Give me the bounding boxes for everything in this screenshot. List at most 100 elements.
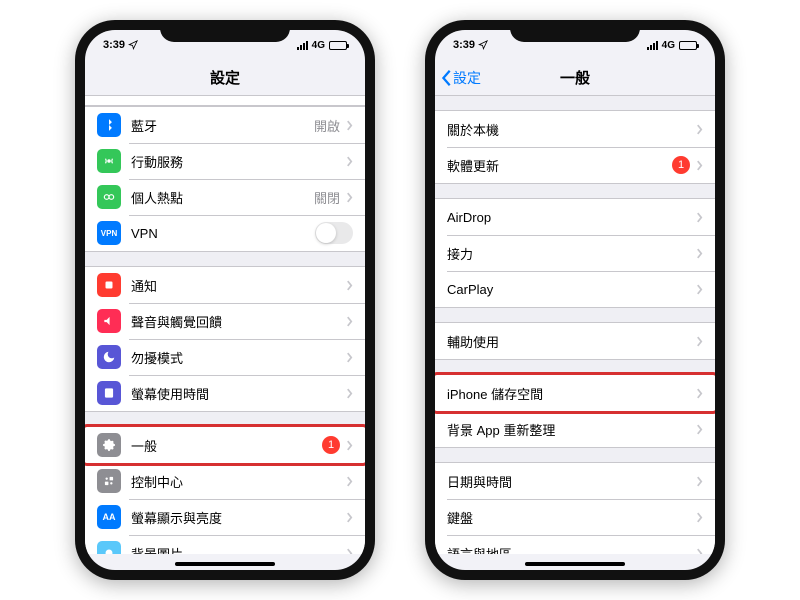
row-label: VPN — [131, 226, 315, 241]
chevron-right-icon — [696, 512, 703, 523]
chevron-right-icon — [696, 212, 703, 223]
phone-left: 3:39 4G 設定 藍牙 開啟 — [75, 20, 375, 580]
home-indicator[interactable] — [175, 562, 275, 566]
chevron-right-icon — [346, 156, 353, 167]
chevron-right-icon — [696, 160, 703, 171]
row-dnd[interactable]: 勿擾模式 — [85, 339, 365, 375]
row-label: 關於本機 — [447, 120, 696, 139]
gear-icon — [97, 433, 121, 457]
row-accessibility[interactable]: 輔助使用 — [435, 323, 715, 359]
chevron-right-icon — [696, 548, 703, 555]
chevron-right-icon — [346, 440, 353, 451]
page-title: 一般 — [560, 67, 590, 88]
wallpaper-icon — [97, 541, 121, 554]
row-label: 螢幕使用時間 — [131, 384, 346, 403]
row-keyboard[interactable]: 鍵盤 — [435, 499, 715, 535]
chevron-left-icon — [441, 69, 453, 87]
row-wallpaper[interactable]: 背景圖片 — [85, 535, 365, 554]
general-list[interactable]: 關於本機 軟體更新 1 AirDrop 接力 — [435, 96, 715, 554]
settings-list[interactable]: 藍牙 開啟 行動服務 個人熱點 關閉 VPN VPN — [85, 96, 365, 554]
row-cellular[interactable]: 行動服務 — [85, 143, 365, 179]
row-label: 日期與時間 — [447, 472, 696, 491]
nav-bar: 設定 — [85, 60, 365, 96]
badge: 1 — [672, 156, 690, 174]
chevron-right-icon — [346, 120, 353, 131]
row-label: 螢幕顯示與亮度 — [131, 508, 346, 527]
back-button[interactable]: 設定 — [441, 68, 481, 88]
row-background[interactable]: 背景 App 重新整理 — [435, 411, 715, 447]
bluetooth-icon — [97, 113, 121, 137]
screentime-icon — [97, 381, 121, 405]
vpn-icon: VPN — [97, 221, 121, 245]
chevron-right-icon — [696, 248, 703, 259]
row-screentime[interactable]: 螢幕使用時間 — [85, 375, 365, 411]
phone-right: 3:39 4G 設定 一般 關於本機 軟 — [425, 20, 725, 580]
row-label: 通知 — [131, 276, 346, 295]
row-datetime[interactable]: 日期與時間 — [435, 463, 715, 499]
row-label: CarPlay — [447, 282, 696, 297]
row-handoff[interactable]: 接力 — [435, 235, 715, 271]
row-sounds[interactable]: 聲音與觸覺回饋 — [85, 303, 365, 339]
row-hotspot[interactable]: 個人熱點 關閉 — [85, 179, 365, 215]
network-label: 4G — [312, 40, 325, 51]
row-carplay[interactable]: CarPlay — [435, 271, 715, 307]
row-label: iPhone 儲存空間 — [447, 384, 696, 403]
chevron-right-icon — [346, 280, 353, 291]
chevron-right-icon — [346, 476, 353, 487]
row-airdrop[interactable]: AirDrop — [435, 199, 715, 235]
status-time: 3:39 — [453, 39, 475, 51]
location-icon — [478, 40, 488, 50]
row-label: 軟體更新 — [447, 156, 672, 175]
hotspot-icon — [97, 185, 121, 209]
row-vpn[interactable]: VPN VPN — [85, 215, 365, 251]
controlcenter-icon — [97, 469, 121, 493]
dnd-icon — [97, 345, 121, 369]
partial-row — [85, 96, 365, 106]
row-notifications[interactable]: 通知 — [85, 267, 365, 303]
signal-bars-icon — [647, 41, 658, 50]
row-label: 藍牙 — [131, 116, 314, 135]
back-label: 設定 — [453, 68, 481, 88]
cellular-icon — [97, 149, 121, 173]
chevron-right-icon — [696, 388, 703, 399]
row-label: 背景 App 重新整理 — [447, 420, 696, 439]
display-icon: AA — [97, 505, 121, 529]
row-about[interactable]: 關於本機 — [435, 111, 715, 147]
row-label: 行動服務 — [131, 152, 346, 171]
chevron-right-icon — [346, 512, 353, 523]
notch — [510, 20, 640, 42]
vpn-toggle[interactable] — [315, 222, 353, 244]
chevron-right-icon — [346, 352, 353, 363]
row-general[interactable]: 一般 1 — [85, 427, 365, 463]
nav-bar: 設定 一般 — [435, 60, 715, 96]
row-controlcenter[interactable]: 控制中心 — [85, 463, 365, 499]
row-detail: 開啟 — [314, 116, 340, 135]
row-label: 控制中心 — [131, 472, 346, 491]
row-update[interactable]: 軟體更新 1 — [435, 147, 715, 183]
row-label: 語言與地區 — [447, 544, 696, 555]
row-language[interactable]: 語言與地區 — [435, 535, 715, 554]
row-label: 輔助使用 — [447, 332, 696, 351]
page-title: 設定 — [210, 67, 240, 88]
row-label: 一般 — [131, 436, 322, 455]
chevron-right-icon — [346, 548, 353, 555]
row-label: 背景圖片 — [131, 544, 346, 555]
chevron-right-icon — [696, 336, 703, 347]
chevron-right-icon — [346, 316, 353, 327]
screen-general: 3:39 4G 設定 一般 關於本機 軟 — [435, 30, 715, 570]
chevron-right-icon — [696, 476, 703, 487]
row-label: 鍵盤 — [447, 508, 696, 527]
row-detail: 關閉 — [314, 188, 340, 207]
row-storage[interactable]: iPhone 儲存空間 — [435, 375, 715, 411]
row-display[interactable]: AA 螢幕顯示與亮度 — [85, 499, 365, 535]
home-indicator[interactable] — [525, 562, 625, 566]
row-label: 聲音與觸覺回饋 — [131, 312, 346, 331]
row-label: 勿擾模式 — [131, 348, 346, 367]
row-bluetooth[interactable]: 藍牙 開啟 — [85, 107, 365, 143]
location-icon — [128, 40, 138, 50]
chevron-right-icon — [696, 124, 703, 135]
battery-icon — [679, 41, 697, 50]
row-label: 個人熱點 — [131, 188, 314, 207]
battery-icon — [329, 41, 347, 50]
chevron-right-icon — [696, 284, 703, 295]
